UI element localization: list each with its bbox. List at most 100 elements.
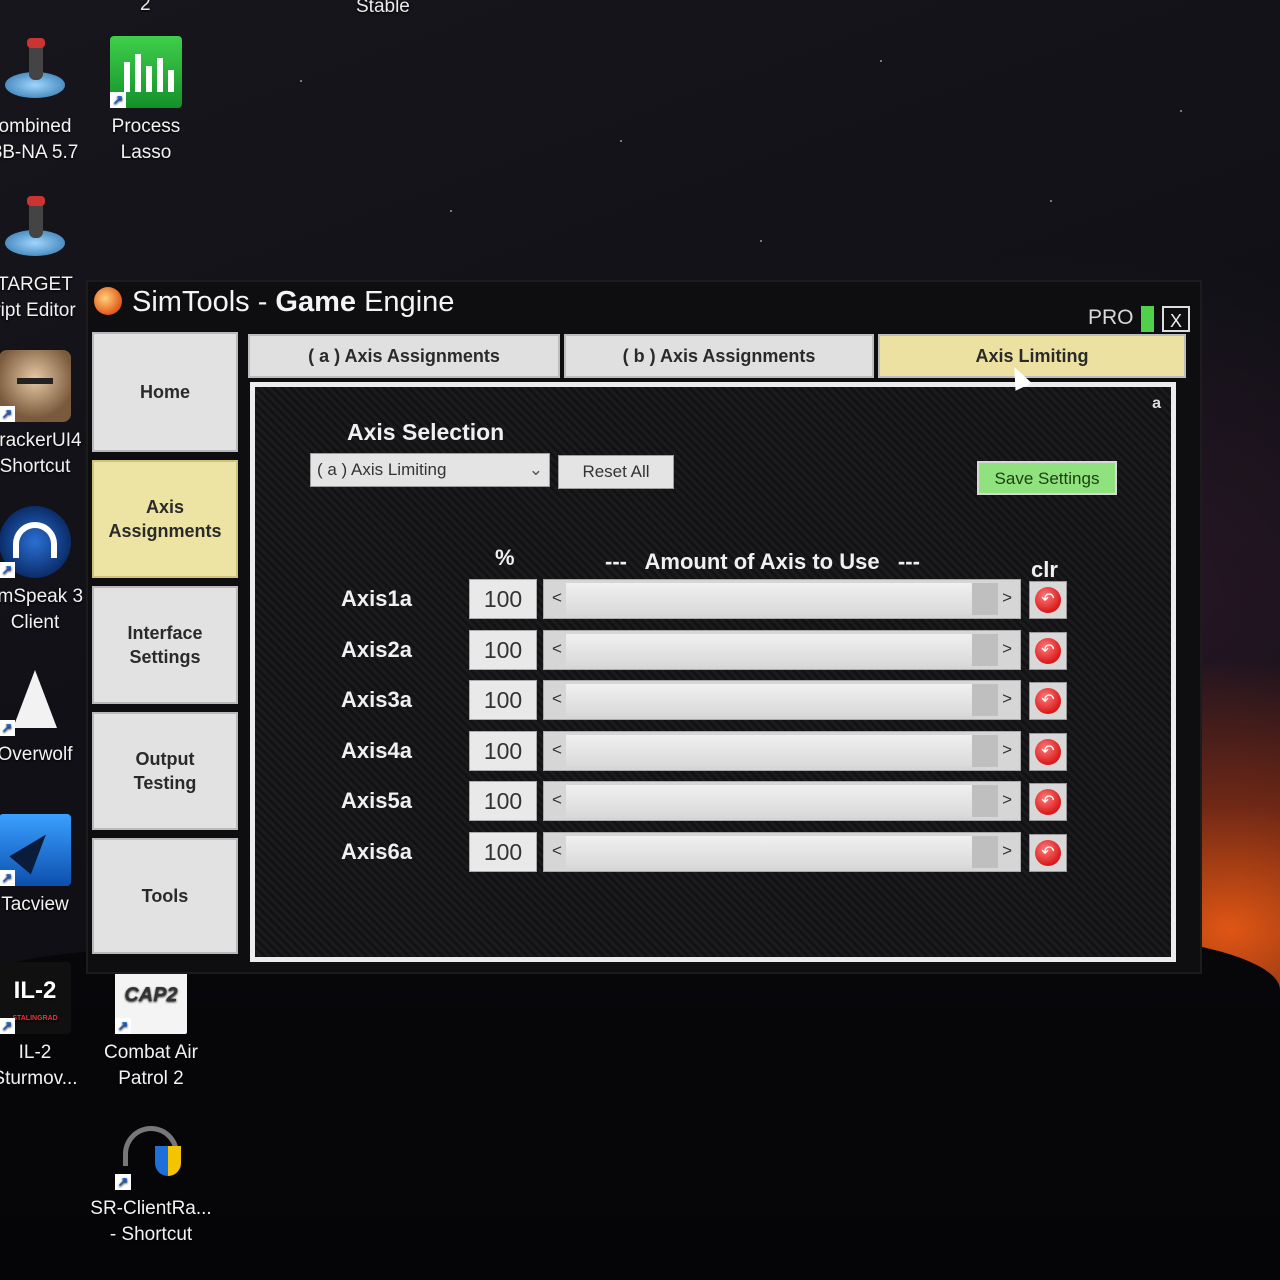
chevron-left-icon[interactable]: < xyxy=(552,639,562,659)
sidebar-item-tools[interactable]: Tools xyxy=(92,838,238,954)
reset-all-button[interactable]: Reset All xyxy=(558,455,674,489)
axis-row: Axis3a 100 < > ↶ xyxy=(255,680,1075,724)
slider-thumb[interactable] xyxy=(972,785,998,817)
slider-thumb[interactable] xyxy=(972,734,998,767)
chevron-right-icon[interactable]: > xyxy=(1002,689,1012,709)
panel-corner-label: a xyxy=(1152,395,1161,412)
sidebar-item-home[interactable]: Home xyxy=(92,332,238,452)
dropdown-value: ( a ) Axis Limiting xyxy=(317,460,447,479)
shortcut-arrow-icon: ↗ xyxy=(0,720,15,736)
shortcut-arrow-icon: ↗ xyxy=(115,1174,131,1190)
tab-a-axis-assignments[interactable]: ( a ) Axis Assignments xyxy=(248,334,560,378)
desktop-icon-label: Process xyxy=(111,116,181,137)
clear-axis-button[interactable]: ↶ xyxy=(1029,732,1067,771)
slider-track xyxy=(566,583,998,615)
axis-percent-field[interactable]: 100 xyxy=(469,579,537,619)
jet-icon: ↗ xyxy=(0,814,71,886)
desktop-icon-combat-air-patrol[interactable]: CAP2 ↗ Combat Air Patrol 2 xyxy=(76,962,226,1092)
sidebar-item-interface-settings[interactable]: Interface Settings xyxy=(92,586,238,704)
clear-axis-button[interactable]: ↶ xyxy=(1029,682,1067,720)
slider-fill xyxy=(566,734,998,767)
axis-percent-field[interactable]: 100 xyxy=(469,680,537,720)
amount-header: --- Amount of Axis to Use --- xyxy=(605,549,920,574)
head-icon: ↗ xyxy=(0,350,71,422)
axis-percent-field[interactable]: 100 xyxy=(469,629,537,670)
desktop-icon-label: SR-ClientRa... xyxy=(90,1198,212,1219)
percent-header: % xyxy=(495,545,515,570)
undo-icon: ↶ xyxy=(1035,587,1061,613)
il2-icon: IL-2 STALINGRAD ↗ xyxy=(0,962,71,1034)
chevron-right-icon[interactable]: > xyxy=(1002,740,1012,760)
shortcut-arrow-icon: ↗ xyxy=(115,1018,131,1034)
chevron-right-icon[interactable]: > xyxy=(1002,588,1012,608)
tab-b-axis-assignments[interactable]: ( b ) Axis Assignments xyxy=(564,334,874,378)
wolf-icon: ↗ xyxy=(0,664,71,736)
save-settings-button[interactable]: Save Settings xyxy=(977,461,1117,495)
sidebar-item-output-testing[interactable]: Output Testing xyxy=(92,712,238,830)
tab-axis-limiting[interactable]: Axis Limiting xyxy=(878,334,1186,378)
process-lasso-icon: ↗ xyxy=(110,36,182,108)
undo-icon: ↶ xyxy=(1035,789,1061,815)
chevron-right-icon[interactable]: > xyxy=(1002,639,1012,659)
pro-label: PRO xyxy=(1088,306,1134,329)
axis-label: Axis4a xyxy=(341,737,412,763)
slider-thumb[interactable] xyxy=(972,684,998,716)
slider-thumb[interactable] xyxy=(972,583,998,615)
chevron-left-icon[interactable]: < xyxy=(552,588,562,608)
slider-fill xyxy=(566,835,998,868)
chevron-left-icon[interactable]: < xyxy=(552,841,562,861)
axis-limiting-panel: a Axis Selection ( a ) Axis Limiting ⌄ R… xyxy=(250,382,1176,962)
clear-axis-button[interactable]: ↶ xyxy=(1029,581,1067,619)
desktop-icon-label: Patrol 2 xyxy=(118,1068,184,1089)
carbon-content-area: a Axis Selection ( a ) Axis Limiting ⌄ R… xyxy=(255,387,1171,957)
clear-axis-button[interactable]: ↶ xyxy=(1029,783,1067,821)
axis-selection-label: Axis Selection xyxy=(347,419,505,445)
chevron-left-icon[interactable]: < xyxy=(552,740,562,760)
close-button[interactable]: X xyxy=(1162,306,1190,332)
axis-amount-slider[interactable]: < > xyxy=(543,781,1021,821)
axis-row: Axis5a 100 < > ↶ xyxy=(255,781,1075,825)
sidebar-item-axis-assignments[interactable]: Axis Assignments xyxy=(92,460,238,578)
slider-track xyxy=(566,684,998,716)
desktop-icon-label: Combat Air xyxy=(104,1042,198,1063)
undo-icon: ↶ xyxy=(1035,839,1061,866)
chevron-down-icon: ⌄ xyxy=(528,460,543,479)
axis-percent-field[interactable]: 100 xyxy=(469,781,537,821)
chevron-left-icon[interactable]: < xyxy=(552,790,562,810)
slider-track xyxy=(566,835,998,868)
chevron-right-icon[interactable]: > xyxy=(1002,841,1012,861)
axis-row: Axis6a 100 < > ↶ xyxy=(255,831,1075,876)
desktop-icon-process-lasso[interactable]: ↗ Process Lasso xyxy=(71,36,221,166)
undo-icon: ↶ xyxy=(1035,738,1061,765)
axis-label: Axis5a xyxy=(341,788,412,813)
cap2-icon: CAP2 ↗ xyxy=(115,962,187,1034)
axis-label: Axis2a xyxy=(341,636,412,662)
chevron-right-icon[interactable]: > xyxy=(1002,790,1012,810)
slider-thumb[interactable] xyxy=(972,835,998,868)
il2-logo-text: IL-2 xyxy=(13,977,57,1004)
clear-axis-button[interactable]: ↶ xyxy=(1029,631,1067,670)
axis-amount-slider[interactable]: < > xyxy=(543,831,1021,872)
axis-amount-slider[interactable]: < > xyxy=(543,680,1021,720)
pro-status-indicator xyxy=(1141,306,1154,332)
clear-axis-button[interactable]: ↶ xyxy=(1029,833,1067,872)
slider-track xyxy=(566,734,998,767)
desktop-icon-label: - Shortcut xyxy=(109,1224,193,1245)
title-bar[interactable]: SimTools - Game Engine PRO X xyxy=(88,282,1200,332)
desktop-icon-sr-client[interactable]: ↗ SR-ClientRa... - Shortcut xyxy=(76,1118,226,1248)
axis-amount-slider[interactable]: < > xyxy=(543,579,1021,619)
joystick-icon xyxy=(0,194,71,266)
axis-selection-dropdown[interactable]: ( a ) Axis Limiting ⌄ xyxy=(310,453,550,487)
desktop-caption: Stable xyxy=(356,0,410,17)
axis-amount-slider[interactable]: < > xyxy=(543,730,1021,771)
axis-percent-field[interactable]: 100 xyxy=(469,730,537,771)
slider-thumb[interactable] xyxy=(972,633,998,666)
axis-amount-slider[interactable]: < > xyxy=(543,629,1021,670)
undo-icon: ↶ xyxy=(1035,688,1061,714)
axis-percent-field[interactable]: 100 xyxy=(469,831,537,872)
desktop-icon-label: Lasso xyxy=(120,142,172,163)
simtools-window: SimTools - Game Engine PRO X Home Axis As… xyxy=(88,282,1200,972)
slider-fill xyxy=(566,684,998,716)
axis-label: Axis6a xyxy=(341,838,412,864)
chevron-left-icon[interactable]: < xyxy=(552,689,562,709)
